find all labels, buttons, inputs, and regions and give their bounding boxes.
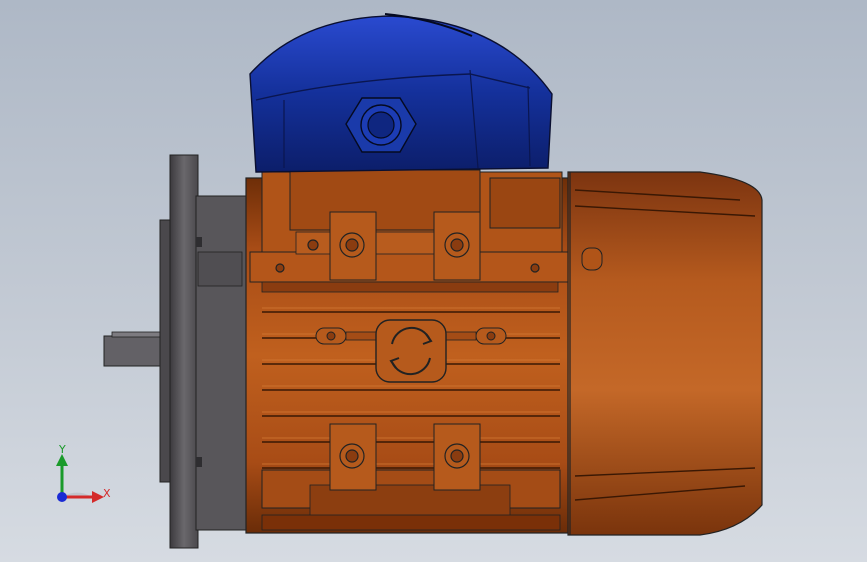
fan-cover [567, 171, 763, 536]
triad-graphic [56, 454, 104, 503]
terminal-box-cover [249, 13, 553, 173]
axis-y-label: Y [59, 443, 66, 456]
z-axis-dot [57, 492, 67, 502]
terminal-box-base [261, 169, 563, 255]
motor-shaft [103, 331, 167, 367]
graphics-viewport[interactable]: Y X [0, 0, 867, 562]
motor-model[interactable] [0, 0, 867, 562]
axis-x-label: X [103, 487, 111, 500]
motor-flange [159, 154, 249, 549]
axis-triad[interactable]: Y X [40, 440, 130, 520]
